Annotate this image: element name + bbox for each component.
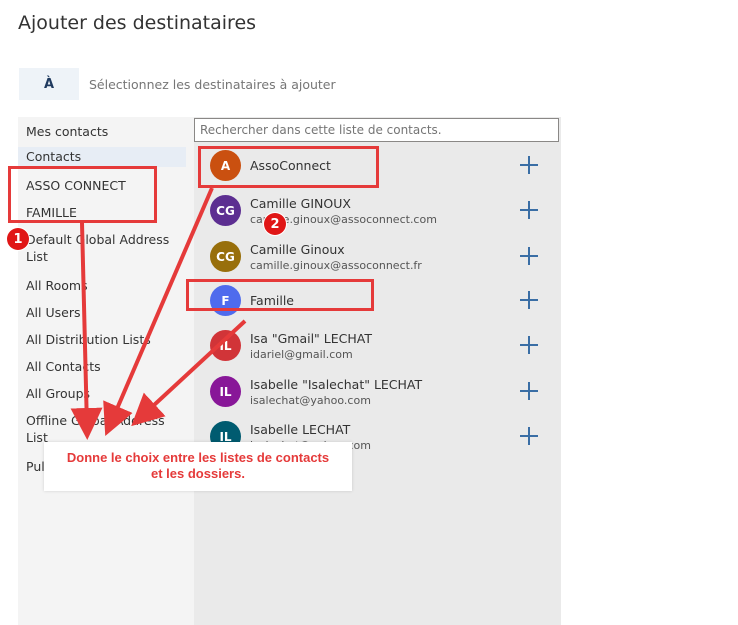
step-badge-1: 1 [7,228,29,250]
arrow-line [131,319,247,427]
annotation-callout: Donne le choix entre les listes de conta… [44,442,352,491]
callout-line-1: Donne le choix entre les listes de conta… [66,450,330,465]
arrow-line [103,187,214,437]
arrow-line [70,222,103,440]
step-badge-2: 2 [264,213,286,235]
annotation-arrows [70,187,247,440]
callout-line-2: et les dossiers. [151,466,245,481]
